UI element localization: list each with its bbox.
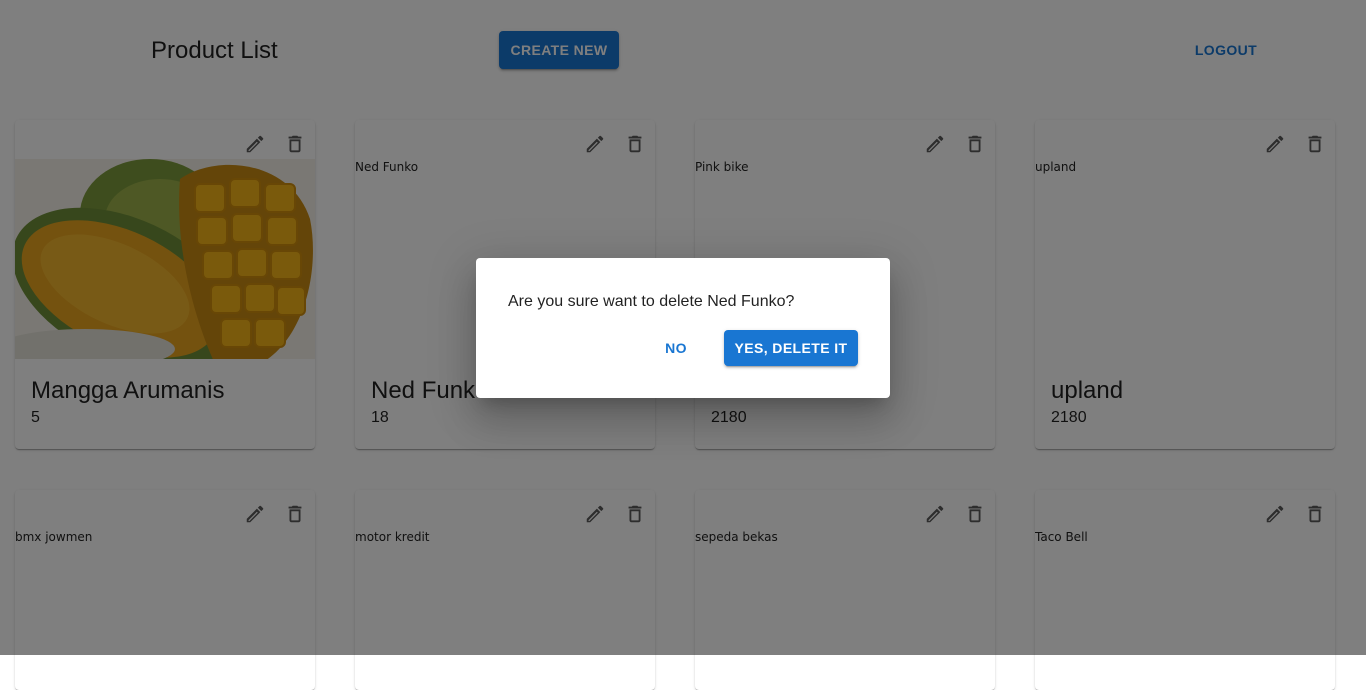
yes-delete-button[interactable]: YES, DELETE IT xyxy=(724,330,858,366)
no-button[interactable]: NO xyxy=(652,332,700,364)
dialog-message: Are you sure want to delete Ned Funko? xyxy=(508,293,795,310)
delete-confirm-dialog: Are you sure want to delete Ned Funko? xyxy=(476,258,890,398)
